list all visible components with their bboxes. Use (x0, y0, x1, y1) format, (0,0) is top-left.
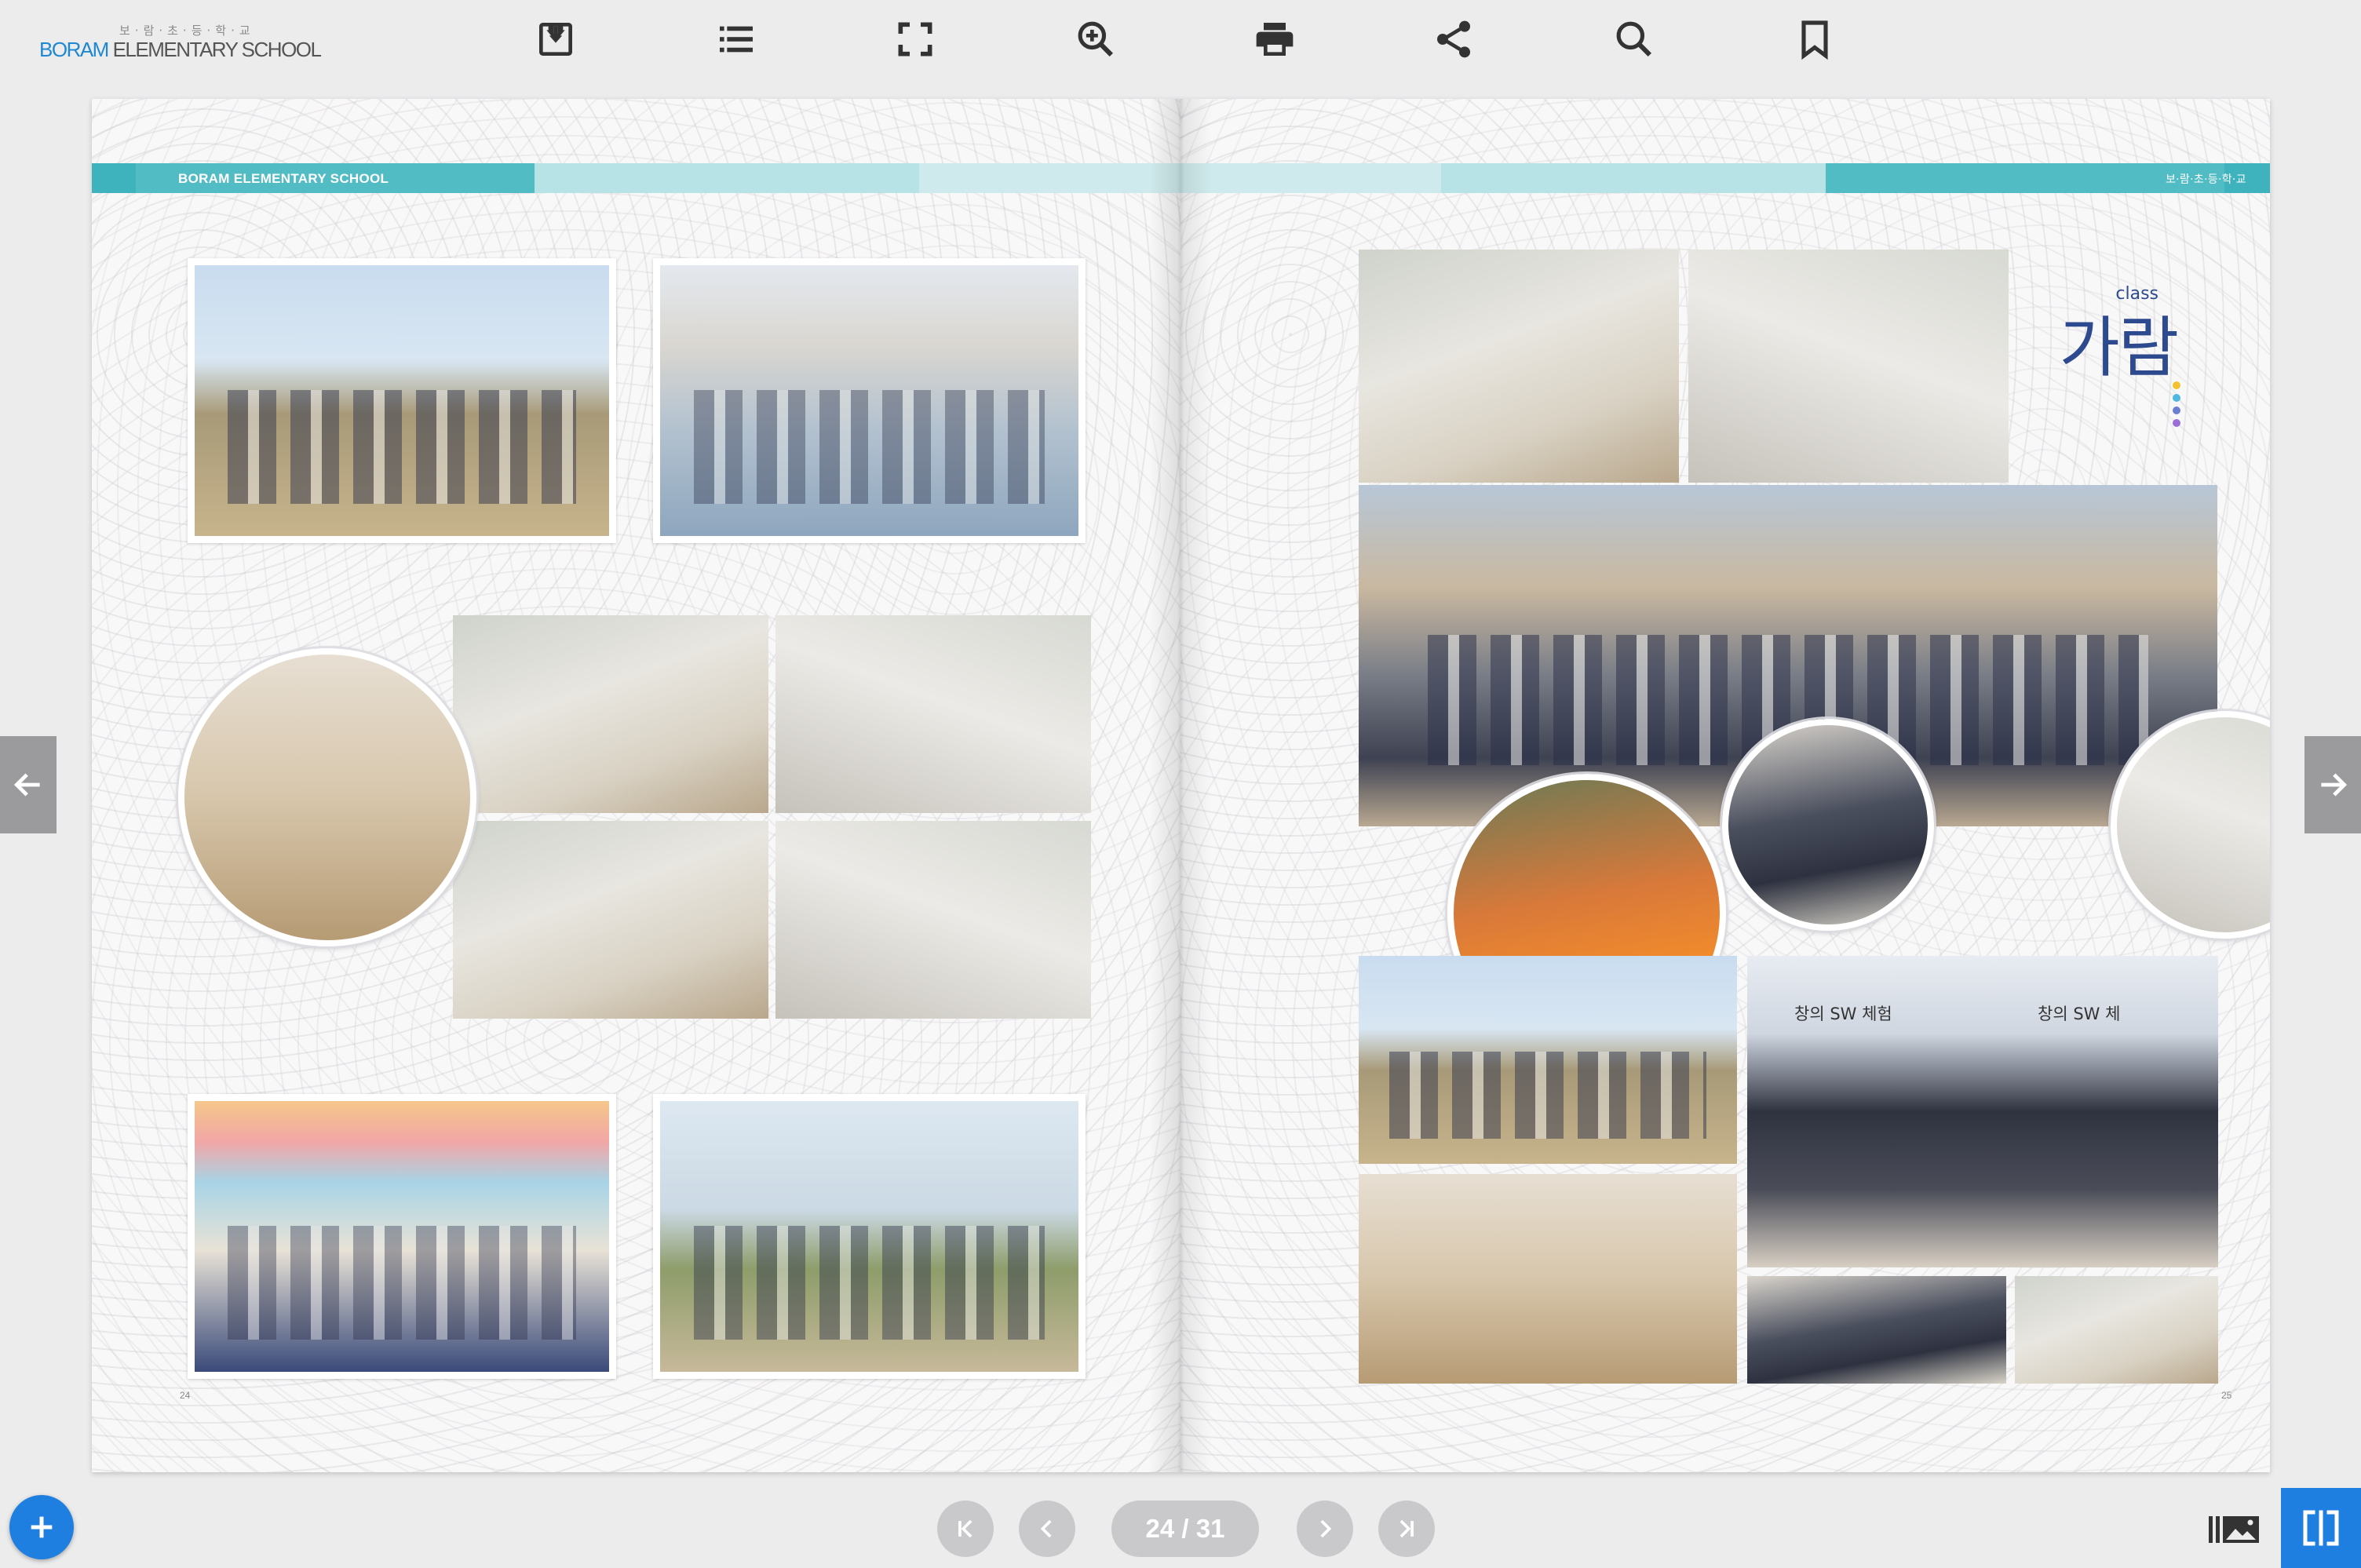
logo-korean-text: 보·람·초·등·학·교 (119, 24, 255, 38)
prev-page-button[interactable] (1019, 1501, 1075, 1557)
search-button[interactable] (1609, 14, 1659, 64)
chevron-right-icon (1320, 1519, 1332, 1538)
last-page-button[interactable] (1378, 1501, 1435, 1557)
page-header-title: BORAM ELEMENTARY SCHOOL (178, 171, 389, 186)
poster-text: 창의 SW 체험 (1794, 1005, 1892, 1023)
class-name: 가람 (2059, 309, 2179, 386)
last-page-icon (1399, 1519, 1414, 1538)
page-header-korean: 보·람·초·등·학·교 (2166, 173, 2246, 186)
arrow-right-icon (2321, 773, 2348, 797)
toc-button[interactable] (711, 14, 761, 64)
next-page-button[interactable] (1297, 1501, 1353, 1557)
chevron-left-icon (1040, 1519, 1052, 1538)
photo-classroom-2 (775, 615, 1091, 813)
photo-rainbow-playground (188, 1094, 616, 1379)
header-band (92, 163, 136, 193)
print-button[interactable] (1250, 14, 1300, 64)
photo-classroom-1 (453, 615, 768, 813)
page-number: 25 (2221, 1390, 2232, 1401)
photo-circle-costume (1722, 719, 1934, 931)
page-indicator[interactable]: 24 / 31 (1111, 1501, 1259, 1557)
arrow-left-icon (13, 773, 40, 797)
photo-sw-experience: 창의 SW 체험 창의 SW 체 (1747, 956, 2218, 1267)
header-band (535, 163, 919, 193)
two-page-view-button[interactable] (2281, 1488, 2361, 1568)
photo-field-heart (653, 1094, 1086, 1379)
header-band (1441, 163, 1826, 193)
prev-page-arrow[interactable] (0, 736, 57, 833)
add-button[interactable] (9, 1495, 74, 1559)
photo-handcraft (1747, 1276, 2006, 1384)
logo-english-text: BORAM ELEMENTARY SCHOOL (39, 38, 322, 61)
left-page: BORAM ELEMENTARY SCHOOL 24 (92, 99, 1180, 1472)
poster-text: 창의 SW 체 (2038, 1005, 2121, 1023)
first-page-button[interactable] (937, 1501, 994, 1557)
book-spread: BORAM ELEMENTARY SCHOOL 24 보·람·초·등·학·교 c… (92, 99, 2270, 1472)
book-spread-icon (2303, 1510, 2339, 1546)
photo-playground-group (1359, 956, 1737, 1164)
photo-circle-gym (178, 648, 476, 946)
photo-classroom-desk (2015, 1276, 2218, 1384)
header-band (919, 163, 1180, 193)
thumbnail-view-button[interactable] (2207, 1505, 2262, 1552)
page-number: 24 (180, 1390, 191, 1401)
right-page: 보·람·초·등·학·교 class 가람 창의 SW 체험 창의 SW 체 25 (1180, 99, 2270, 1472)
next-page-arrow[interactable] (2304, 736, 2361, 833)
zoom-in-button[interactable] (1071, 14, 1121, 64)
list-icon (720, 26, 753, 53)
photo-board-game (775, 821, 1091, 1019)
first-page-icon (958, 1519, 972, 1538)
thumbnails-icon (2209, 1516, 2259, 1543)
share-button[interactable] (1429, 14, 1479, 64)
fullscreen-icon (898, 22, 932, 57)
header-band (1180, 163, 1441, 193)
photo-card-game (1359, 1174, 1737, 1384)
photo-classroom-group (1688, 250, 2009, 483)
zoom-in-icon (1078, 21, 1113, 57)
decorative-dots (2173, 381, 2182, 432)
share-icon (1437, 20, 1470, 58)
bookmark-icon (1801, 20, 1828, 60)
download-icon (539, 23, 572, 56)
photo-classroom-3 (453, 821, 768, 1019)
search-icon (1616, 21, 1651, 57)
bookmark-button[interactable] (1790, 14, 1840, 64)
photo-group-park (188, 258, 616, 543)
download-button[interactable] (531, 14, 581, 64)
app-logo: 보·람·초·등·학·교 BORAM ELEMENTARY SCHOOL (39, 22, 322, 66)
fullscreen-button[interactable] (890, 14, 940, 64)
photo-classroom-masks (1359, 250, 1679, 483)
plus-icon (31, 1516, 53, 1538)
photo-playground (653, 258, 1086, 543)
header-band (1826, 163, 2224, 193)
print-icon (1256, 23, 1294, 56)
